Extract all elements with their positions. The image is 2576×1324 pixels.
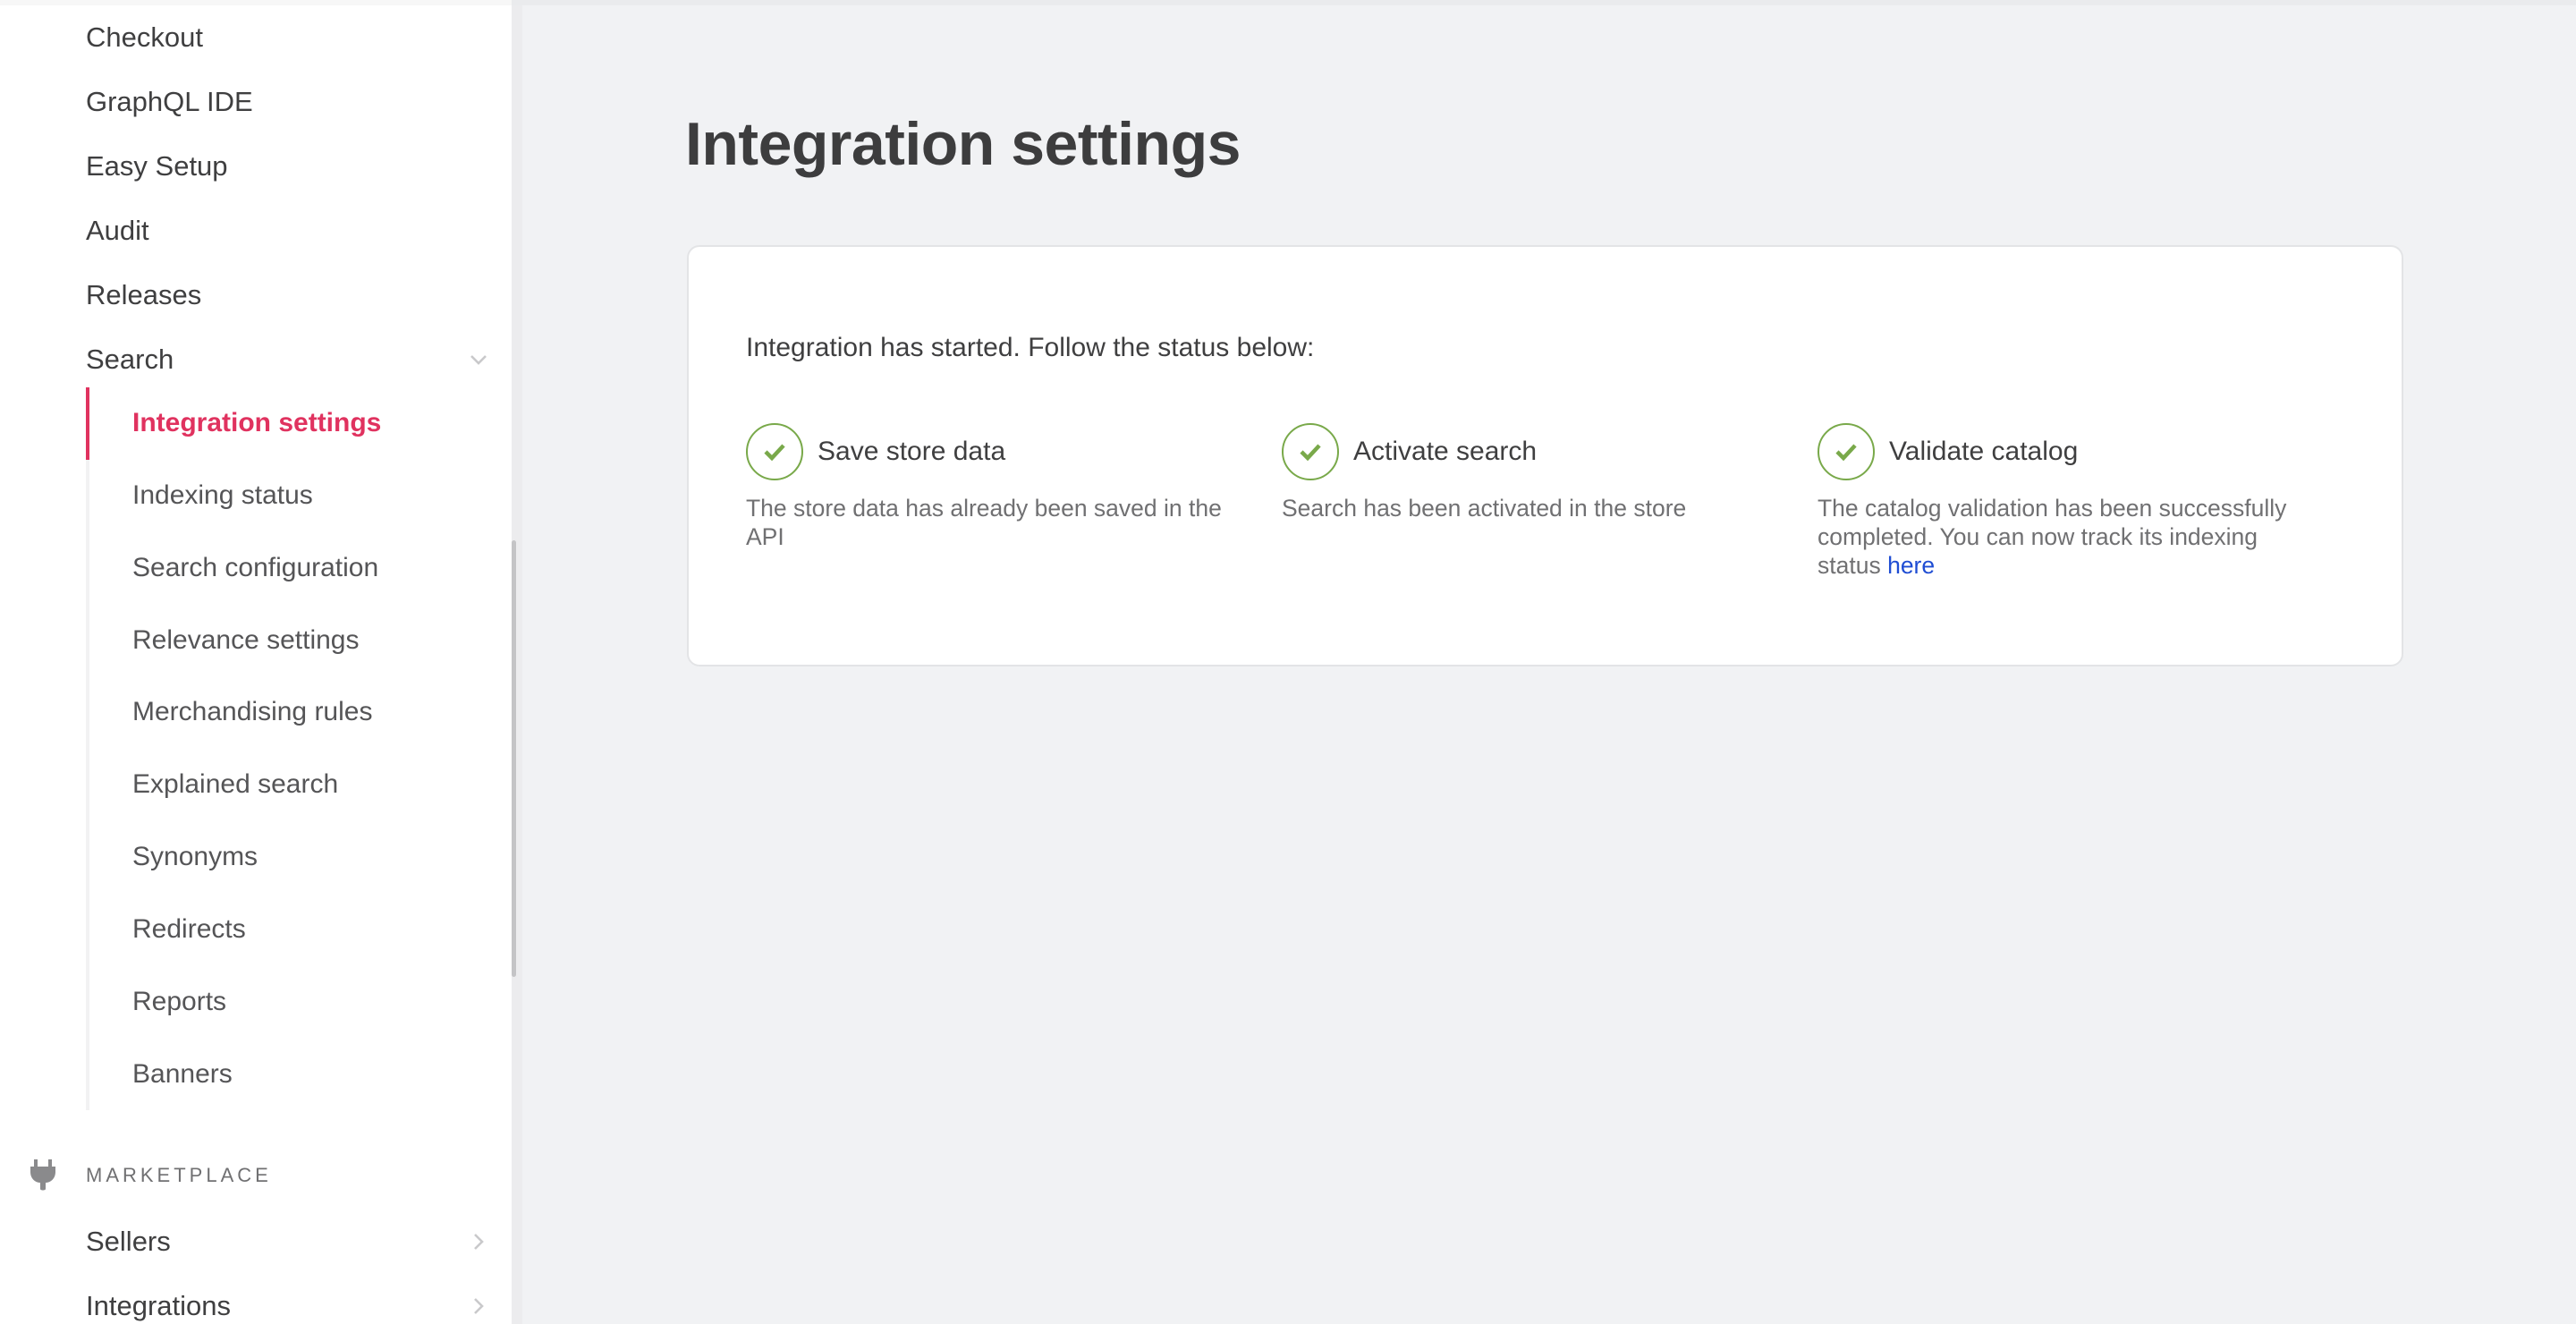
- sidebar: Checkout GraphQL IDE Easy Setup Audit Re…: [0, 5, 512, 1324]
- sidebar-item-search[interactable]: Search: [86, 335, 497, 385]
- sidebar-subitem-integration-settings[interactable]: Integration settings: [132, 396, 490, 450]
- sidebar-subitem-reports[interactable]: Reports: [132, 975, 490, 1029]
- check-circle-icon: [1818, 423, 1875, 480]
- sidebar-subitem-label: Synonyms: [132, 842, 258, 871]
- step-save-store-data: Save store data The store data has alrea…: [746, 422, 1256, 551]
- step-title: Activate search: [1353, 437, 1538, 466]
- sidebar-item-sellers[interactable]: Sellers: [86, 1217, 497, 1267]
- sidebar-subitem-search-configuration[interactable]: Search configuration: [132, 541, 490, 595]
- step-title: Validate catalog: [1889, 437, 2079, 466]
- sidebar-subitem-label: Indexing status: [132, 480, 313, 510]
- chevron-down-icon[interactable]: [467, 348, 490, 371]
- sidebar-subitem-label: Reports: [132, 987, 227, 1016]
- chevron-right-icon[interactable]: [467, 1230, 490, 1253]
- sidebar-subitem-banners[interactable]: Banners: [132, 1048, 490, 1101]
- plug-icon: [25, 1158, 61, 1193]
- sidebar-item-easy-setup[interactable]: Easy Setup: [86, 141, 497, 191]
- sidebar-item-label: Sellers: [86, 1226, 171, 1257]
- sidebar-item-label: Easy Setup: [86, 150, 228, 182]
- active-indicator: [86, 387, 89, 460]
- section-header-marketplace: MARKETPLACE: [25, 1158, 490, 1193]
- section-title: MARKETPLACE: [86, 1164, 272, 1186]
- step-description: Search has been activated in the store: [1282, 495, 1687, 522]
- sidebar-item-label: Integrations: [86, 1290, 231, 1321]
- step-activate-search: Activate search Search has been activate…: [1282, 422, 1792, 522]
- indexing-status-link[interactable]: here: [1887, 552, 1935, 579]
- chevron-right-icon[interactable]: [467, 1294, 490, 1318]
- sidebar-item-label: Search: [86, 344, 174, 375]
- sidebar-item-audit[interactable]: Audit: [86, 206, 497, 256]
- sidebar-subitem-redirects[interactable]: Redirects: [132, 903, 490, 956]
- sidebar-subitem-label: Search configuration: [132, 553, 379, 582]
- step-description: The store data has already been saved in…: [746, 495, 1222, 550]
- sidebar-subitem-explained-search[interactable]: Explained search: [132, 758, 490, 811]
- intro-text: Integration has started. Follow the stat…: [746, 333, 1315, 362]
- sidebar-subitem-merchandising-rules[interactable]: Merchandising rules: [132, 685, 490, 739]
- sidebar-item-checkout[interactable]: Checkout: [86, 13, 497, 63]
- step-validate-catalog: Validate catalog The catalog validation …: [1818, 422, 2327, 580]
- sidebar-subitem-label: Redirects: [132, 914, 246, 944]
- step-title: Save store data: [818, 437, 1006, 466]
- page-title: Integration settings: [685, 110, 1241, 178]
- step-description: The catalog validation has been successf…: [1818, 494, 2327, 580]
- sidebar-item-label: GraphQL IDE: [86, 86, 253, 117]
- sidebar-item-graphql-ide[interactable]: GraphQL IDE: [86, 77, 497, 127]
- check-circle-icon: [746, 423, 803, 480]
- sidebar-subitem-label: Merchandising rules: [132, 697, 373, 726]
- sidebar-item-releases[interactable]: Releases: [86, 270, 497, 320]
- sidebar-item-integrations[interactable]: Integrations: [86, 1281, 497, 1324]
- sidebar-subitem-relevance-settings[interactable]: Relevance settings: [132, 614, 490, 667]
- sidebar-item-label: Releases: [86, 279, 202, 310]
- sidebar-subitem-label: Explained search: [132, 769, 339, 799]
- sidebar-item-label: Checkout: [86, 21, 203, 53]
- check-circle-icon: [1282, 423, 1339, 480]
- sidebar-subitem-label: Integration settings: [132, 408, 382, 437]
- integration-status-card: Integration has started. Follow the stat…: [687, 245, 2403, 666]
- sidebar-item-label: Audit: [86, 215, 149, 246]
- sidebar-subitem-label: Relevance settings: [132, 625, 360, 655]
- sidebar-subitem-indexing-status[interactable]: Indexing status: [132, 469, 490, 522]
- sidebar-subitem-label: Banners: [132, 1059, 233, 1089]
- submenu-guide-line: [86, 387, 89, 1110]
- sidebar-scrollbar-thumb[interactable]: [512, 540, 516, 977]
- sidebar-subitem-synonyms[interactable]: Synonyms: [132, 830, 490, 884]
